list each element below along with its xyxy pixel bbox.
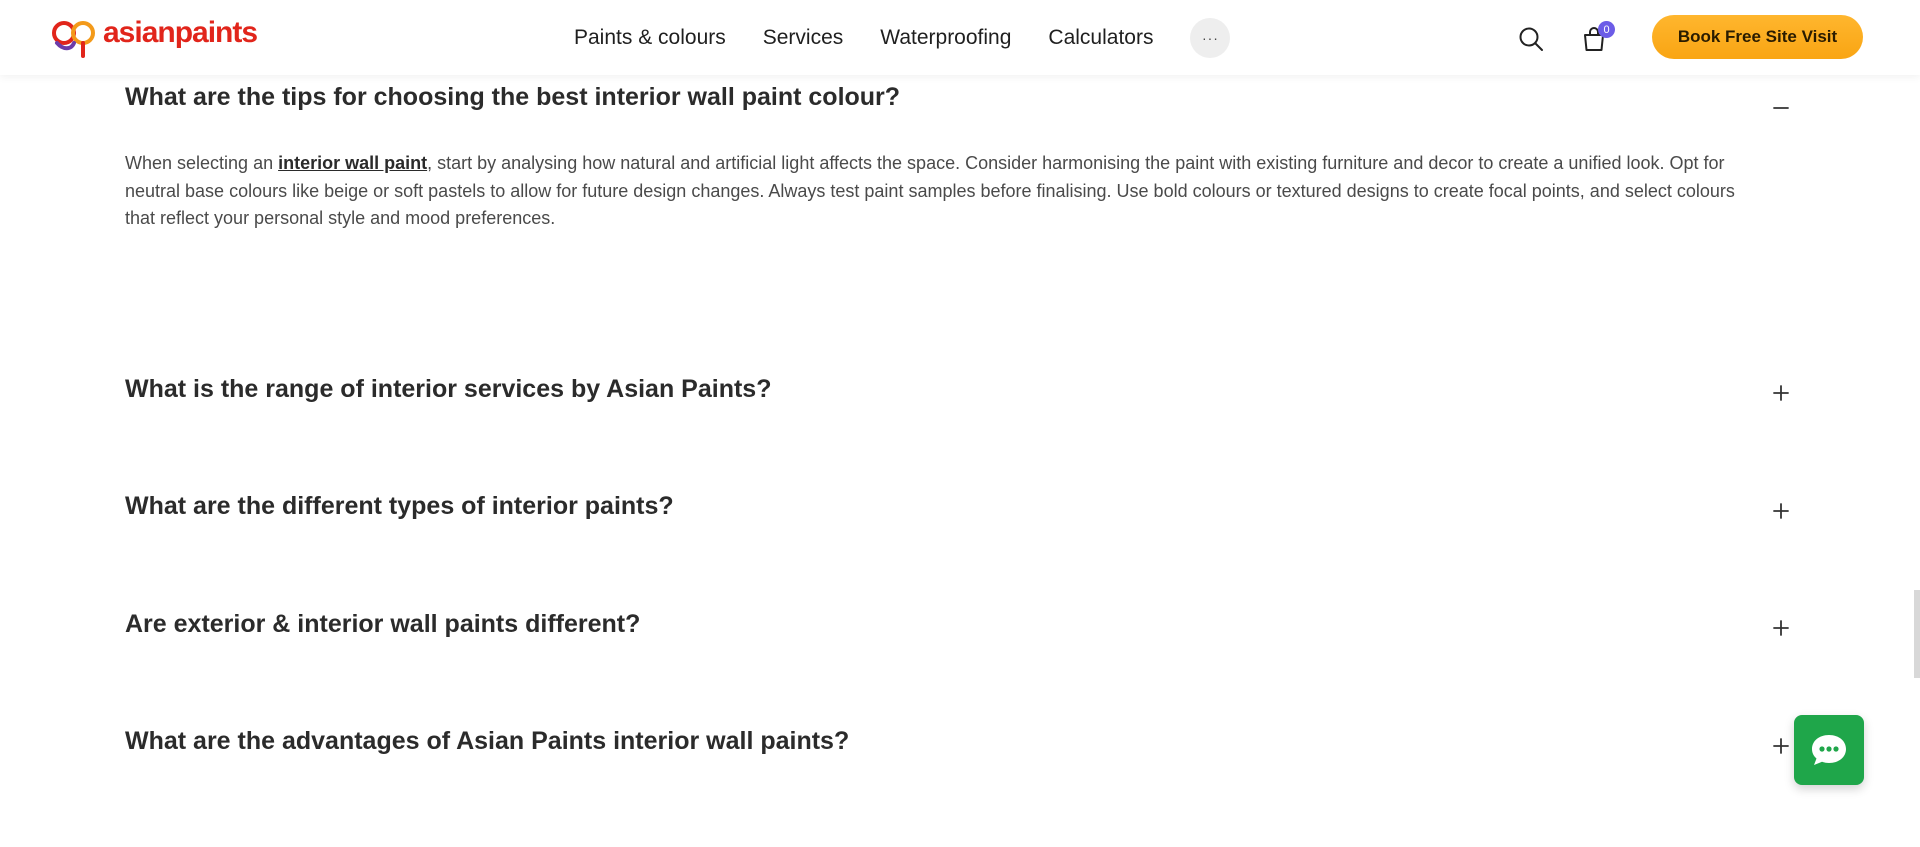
logo-text: asianpaints — [103, 16, 258, 49]
faq-question-4[interactable]: Are exterior & interior wall paints diff… — [125, 610, 640, 639]
faq-answer-1: When selecting an interior wall paint, s… — [125, 150, 1765, 233]
chat-button[interactable] — [1794, 715, 1864, 785]
answer-text-start: When selecting an — [125, 153, 279, 173]
asianpaints-logo[interactable]: asianpaints — [49, 16, 258, 58]
site-header: asianpaints Paints & colours Services Wa… — [0, 0, 1920, 75]
nav-calculators[interactable]: Calculators — [1048, 26, 1153, 50]
nav-waterproofing[interactable]: Waterproofing — [880, 26, 1011, 50]
cart-count-badge: 0 — [1598, 21, 1615, 38]
faq-question-2[interactable]: What is the range of interior services b… — [125, 375, 771, 404]
faq-question-1[interactable]: What are the tips for choosing the best … — [125, 83, 900, 112]
interior-wall-paint-link[interactable]: interior wall paint — [278, 153, 427, 173]
nav-paints-colours[interactable]: Paints & colours — [574, 26, 726, 50]
faq-question-3[interactable]: What are the different types of interior… — [125, 492, 674, 521]
nav-services[interactable]: Services — [763, 26, 844, 50]
faq-section: What are the tips for choosing the best … — [0, 0, 1920, 847]
search-icon[interactable] — [1518, 26, 1544, 52]
minus-icon[interactable] — [1772, 99, 1790, 117]
book-free-site-visit-button[interactable]: Book Free Site Visit — [1652, 15, 1863, 59]
scrollbar-thumb[interactable] — [1914, 590, 1920, 678]
main-nav: Paints & colours Services Waterproofing … — [574, 0, 1231, 75]
faq-question-5[interactable]: What are the advantages of Asian Paints … — [125, 727, 849, 756]
plus-icon[interactable] — [1772, 619, 1790, 637]
plus-icon[interactable] — [1772, 502, 1790, 520]
more-menu-button[interactable]: ··· — [1190, 17, 1231, 58]
chat-icon — [1812, 735, 1846, 765]
logo-mark-icon — [52, 21, 95, 58]
plus-icon[interactable] — [1772, 737, 1790, 755]
plus-icon[interactable] — [1772, 384, 1790, 402]
